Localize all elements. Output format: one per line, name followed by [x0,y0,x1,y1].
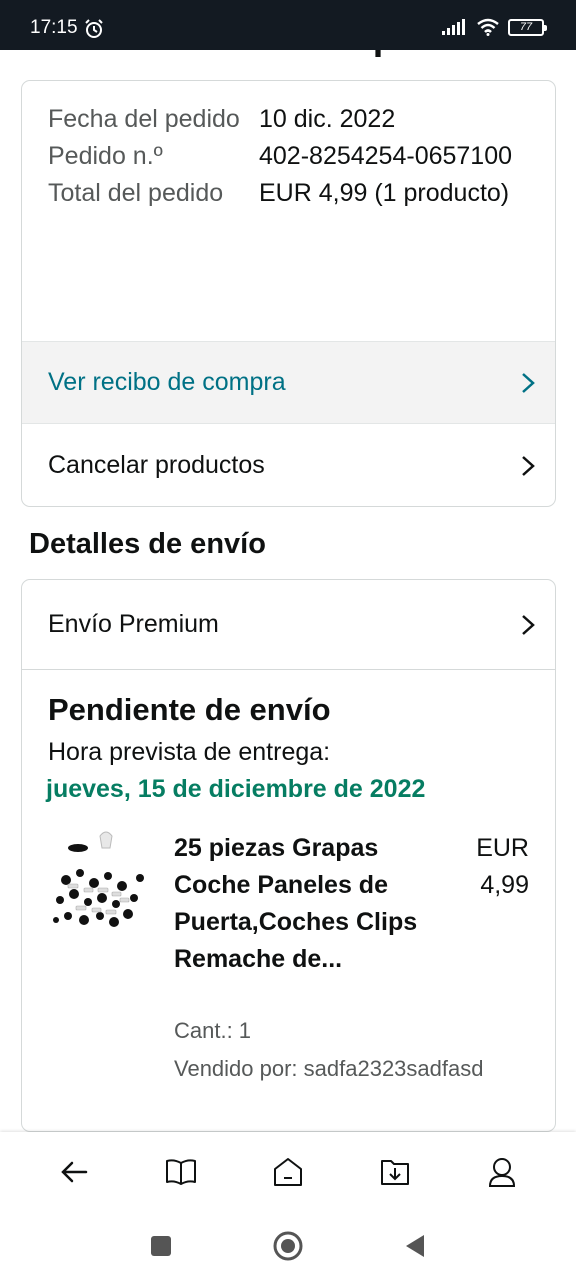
product-seller: Vendido por: sadfa2323sadfasd [174,1056,484,1081]
chevron-right-icon [522,372,535,393]
alarm-icon [85,19,103,38]
back-triangle-icon[interactable] [404,1234,426,1258]
chevron-right-icon [522,455,535,476]
shipping-method-label: Envío Premium [48,610,219,638]
product-price: EUR 4,99 [476,830,529,904]
price-amount: 4,99 [480,871,529,899]
shipping-card: Envío Premium Pendiente de envío Hora pr… [21,579,556,1132]
recents-square-icon[interactable] [150,1235,172,1257]
nav-home-button[interactable] [258,1142,318,1202]
status-bar: 17:15 77 [0,0,576,50]
order-total-label: Total del pedido [48,179,224,207]
cancel-products-label: Cancelar productos [48,451,265,479]
shipping-section-title: Detalles de envío [29,528,266,560]
back-arrow-icon [60,1161,87,1183]
order-total-value: EUR 4,99 (1 producto) [259,179,510,207]
shipment-status: Pendiente de envío [48,692,331,727]
nav-library-button[interactable] [151,1142,211,1202]
status-icons: 77 [442,18,547,36]
order-number-row: Pedido n.º 402-8254254-0657100 [48,138,529,175]
order-date-row: Fecha del pedido 10 dic. 2022 [48,101,529,138]
order-summary-card: Fecha del pedido 10 dic. 2022 Pedido n.º… [21,80,556,507]
order-number-value: 402-8254254-0657100 [259,142,513,170]
battery-level: 77 [519,21,533,33]
view-receipt-label: Ver recibo de compra [48,368,286,396]
order-date-value: 10 dic. 2022 [259,105,396,133]
nav-downloads-button[interactable] [365,1142,425,1202]
signal-icon [442,19,465,35]
order-info: Fecha del pedido 10 dic. 2022 Pedido n.º… [22,81,555,212]
download-icon [381,1160,410,1185]
eta-label: Hora prevista de entrega: [48,738,331,766]
account-icon [489,1158,516,1187]
shipping-method-link[interactable]: Envío Premium [22,580,555,670]
nav-account-button[interactable] [472,1142,532,1202]
view-receipt-link[interactable]: Ver recibo de compra [22,341,555,424]
chevron-right-icon [522,614,535,635]
product-quantity: Cant.: 1 [174,1018,252,1043]
price-currency: EUR [476,834,529,862]
bottom-nav [0,1132,576,1212]
order-number-label: Pedido n.º [48,142,163,170]
eta-date: jueves, 15 de diciembre de 2022 [46,775,426,803]
product-title-link[interactable]: 25 piezas Grapas Coche Paneles de Puerta… [174,830,419,978]
book-icon [165,1159,196,1185]
system-nav-bar [0,1212,576,1280]
order-date-label: Fecha del pedido [48,105,240,133]
status-time: 17:15 [30,17,78,38]
home-icon [273,1158,302,1186]
cancel-products-link[interactable]: Cancelar productos [22,424,555,506]
nav-back-button[interactable] [44,1142,104,1202]
battery-icon: 77 [508,18,547,36]
home-circle-icon[interactable] [272,1230,304,1262]
product-image[interactable] [48,828,148,938]
order-total-row: Total del pedido EUR 4,99 (1 producto) [48,175,529,212]
wifi-icon [477,18,499,36]
